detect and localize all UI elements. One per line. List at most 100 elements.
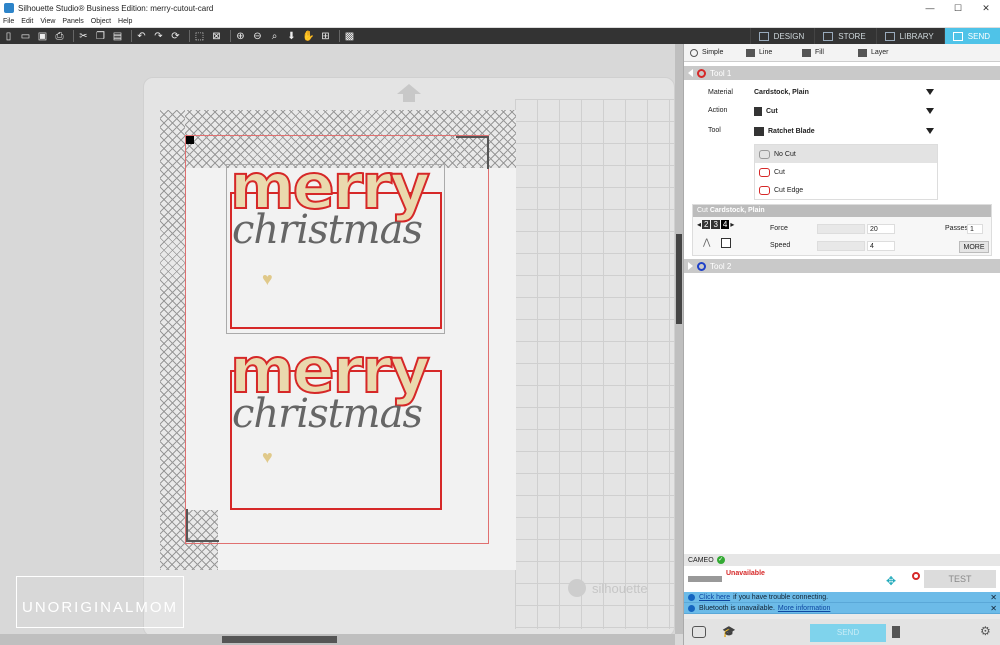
gear-icon[interactable]: ⚙ (980, 624, 991, 638)
vertical-scrollbar[interactable] (675, 44, 683, 634)
tab-send[interactable]: SEND (943, 28, 1000, 44)
tab-store[interactable]: STORE (814, 28, 875, 44)
action-no-cut[interactable]: No Cut (755, 145, 937, 163)
undo-icon[interactable]: ↶ (135, 30, 148, 43)
tab-fill[interactable]: Fill (802, 48, 852, 57)
action-cut-edge[interactable]: Cut Edge (755, 181, 937, 199)
heart-icon[interactable]: ♥ (262, 270, 273, 288)
action-no-cut-label: No Cut (774, 150, 796, 158)
toolbar-divider (230, 30, 231, 42)
info-icon (688, 593, 695, 601)
fit-page-icon[interactable]: ⊞ (319, 30, 332, 43)
vertical-scroll-thumb[interactable] (676, 234, 682, 324)
tab-design[interactable]: DESIGN (749, 28, 815, 44)
menu-edit[interactable]: Edit (21, 18, 33, 25)
cut-shape-icon (759, 167, 770, 177)
line-icon (746, 48, 755, 57)
speed-slider[interactable] (817, 241, 865, 251)
blade-depth-selector[interactable]: ◂ 2 3 4 ▸ (697, 220, 734, 229)
menu-object[interactable]: Object (91, 18, 111, 25)
zoom-select-icon[interactable]: ⌕ (268, 30, 281, 43)
force-input[interactable]: 20 (867, 224, 895, 234)
deselect-icon[interactable]: ⊠ (210, 30, 223, 43)
more-button[interactable]: MORE (959, 241, 989, 253)
select-all-icon[interactable]: ⬚ (193, 30, 206, 43)
design-canvas[interactable]: merry christmas ♥ merry christmas ♥ silh… (0, 44, 675, 634)
print-icon[interactable]: ⎙ (53, 30, 66, 43)
close-icon[interactable]: ✕ (990, 593, 997, 602)
pan-hand-icon[interactable]: ✋ (302, 30, 315, 43)
force-slider[interactable] (817, 224, 865, 234)
heart-icon[interactable]: ♥ (262, 448, 273, 466)
origin-icon[interactable] (912, 572, 920, 580)
card-christmas-text[interactable]: christmas (232, 394, 423, 434)
menu-view[interactable]: View (40, 18, 55, 25)
refresh-icon[interactable]: ⟳ (169, 30, 182, 43)
action-cut[interactable]: Cut (755, 163, 937, 181)
cut-icon[interactable]: ✂ (77, 30, 90, 43)
passes-input[interactable]: 1 (967, 224, 983, 234)
move-arrows-icon[interactable]: ✥ (886, 574, 896, 588)
library-icon (884, 31, 895, 41)
horizontal-scroll-thumb[interactable] (222, 636, 337, 643)
zoom-in-icon[interactable]: ⊕ (234, 30, 247, 43)
tab-layer[interactable]: Layer (858, 48, 908, 57)
material-label: Material (708, 89, 733, 96)
open-folder-icon[interactable]: ▭ (19, 30, 32, 43)
horizontal-scrollbar[interactable] (0, 634, 675, 645)
force-label: Force (770, 225, 788, 232)
speed-input[interactable]: 4 (867, 241, 895, 251)
tool1-ring-icon (697, 68, 706, 78)
close-icon[interactable]: ✕ (972, 0, 1000, 16)
menu-file[interactable]: File (3, 18, 14, 25)
line-style-icon[interactable]: ⋀ (703, 237, 710, 248)
trouble-link[interactable]: Click here (699, 594, 730, 601)
queue-icon[interactable] (892, 626, 900, 638)
minimize-icon[interactable]: — (916, 0, 944, 16)
pixel-scan-icon[interactable]: ▩ (343, 30, 356, 43)
info-message: Bluetooth is unavailable. More informati… (684, 603, 1000, 614)
maximize-icon[interactable]: ☐ (944, 0, 972, 16)
move-down-icon[interactable]: ⬇ (285, 30, 298, 43)
close-icon[interactable]: ✕ (990, 604, 997, 613)
save-icon[interactable]: ▣ (36, 30, 49, 43)
new-file-icon[interactable]: ▯ (2, 30, 15, 43)
tool-dropdown[interactable]: Ratchet Blade (754, 123, 938, 139)
tab-simple[interactable]: Simple (690, 48, 740, 57)
menu-help[interactable]: Help (118, 18, 132, 25)
store-icon (823, 31, 834, 41)
registration-corner-tr (456, 136, 489, 169)
tab-line[interactable]: Line (746, 48, 796, 57)
radio-icon (690, 48, 698, 57)
paste-icon[interactable]: ▤ (111, 30, 124, 43)
copy-icon[interactable]: ❐ (94, 30, 107, 43)
device-name: CAMEO (688, 556, 714, 564)
tab-library[interactable]: LIBRARY (875, 28, 944, 44)
chevron-right-icon[interactable]: ▸ (730, 220, 734, 229)
tool2-header[interactable]: Tool 2 (684, 259, 1000, 273)
cutter-icon (688, 576, 722, 582)
mat-grid (515, 99, 675, 629)
test-button[interactable]: TEST (924, 570, 996, 588)
job-history-icon[interactable] (692, 626, 706, 638)
chevron-left-icon[interactable]: ◂ (697, 220, 701, 229)
device-header: CAMEO ✓ (684, 554, 1000, 566)
double-cut-checkbox[interactable] (721, 238, 731, 248)
menu-bar: File Edit View Panels Object Help (0, 16, 1000, 28)
watermark: UNORIGINALMOM (16, 576, 184, 628)
tool-label: Tool (708, 127, 721, 134)
tutorial-hat-icon[interactable]: 🎓 (722, 625, 736, 638)
more-information-link[interactable]: More information (778, 605, 831, 612)
redo-icon[interactable]: ↷ (152, 30, 165, 43)
layer-icon (858, 48, 867, 57)
send-button[interactable]: SEND (810, 624, 886, 642)
action-dropdown[interactable]: Cut (754, 103, 938, 119)
device-row: Unavailable ✥ TEST (684, 566, 1000, 592)
material-dropdown[interactable]: Cardstock, Plain (754, 84, 938, 100)
action-label: Action (708, 107, 728, 114)
info-text: Bluetooth is unavailable. (699, 604, 775, 612)
menu-panels[interactable]: Panels (62, 18, 83, 25)
card-christmas-text[interactable]: christmas (232, 210, 423, 250)
zoom-out-icon[interactable]: ⊖ (251, 30, 264, 43)
tool1-header[interactable]: Tool 1 (684, 66, 1000, 80)
